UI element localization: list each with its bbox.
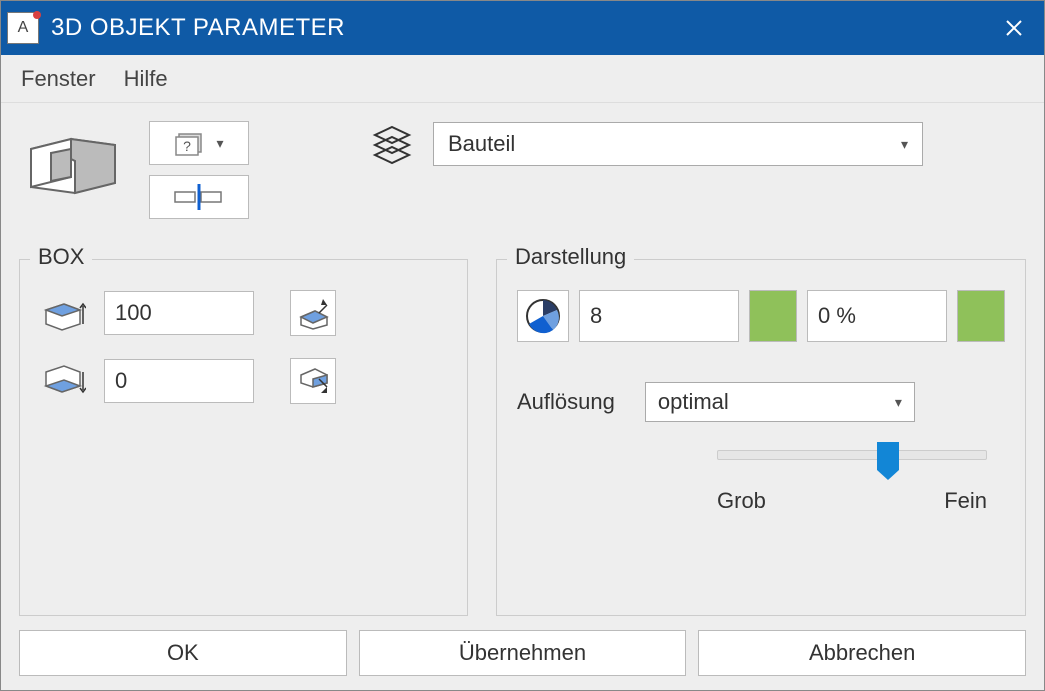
fill-color-swatch[interactable]	[957, 290, 1005, 342]
slider-labels: Grob Fein	[717, 488, 987, 514]
slider-track	[717, 450, 987, 460]
ok-button[interactable]: OK	[19, 630, 347, 676]
reference-top-icon	[295, 295, 331, 331]
chevron-down-icon: ▾	[901, 136, 908, 153]
slider-label-max: Fein	[944, 488, 987, 514]
pen-picker-button[interactable]	[517, 290, 569, 342]
top-row: ? ▾	[19, 121, 1026, 251]
linetype-icon: ?	[174, 127, 206, 159]
section-tool-icon	[171, 182, 227, 212]
pen-value[interactable]: 8	[579, 290, 739, 342]
reference-top-button[interactable]	[290, 290, 336, 336]
slider-thumb[interactable]	[877, 442, 899, 470]
panels-row: BOX	[19, 259, 1026, 616]
chevron-down-icon: ▾	[895, 394, 902, 411]
titlebar: A 3D OBJEKT PARAMETER	[1, 1, 1044, 55]
menu-fenster[interactable]: Fenster	[21, 66, 96, 92]
reference-bottom-icon	[295, 363, 331, 399]
layer-row: Bauteil ▾	[369, 121, 923, 167]
resolution-select[interactable]: optimal ▾	[645, 382, 915, 422]
content-area: ? ▾	[1, 103, 1044, 690]
box-height-row	[40, 290, 447, 336]
box-height-input[interactable]	[104, 291, 254, 335]
resolution-label: Auflösung	[517, 389, 615, 415]
resolution-select-value: optimal	[658, 389, 729, 415]
box-base-input[interactable]	[104, 359, 254, 403]
close-button[interactable]	[990, 1, 1038, 55]
pen-color-row: 8 0 %	[517, 290, 1005, 342]
reference-bottom-button[interactable]	[290, 358, 336, 404]
resolution-row: Auflösung optimal ▾	[517, 382, 1005, 422]
cancel-button[interactable]: Abbrechen	[698, 630, 1026, 676]
slider-label-min: Grob	[717, 488, 766, 514]
linetype-dropdown[interactable]: ? ▾	[149, 121, 249, 165]
layer-select[interactable]: Bauteil ▾	[433, 122, 923, 166]
menu-hilfe[interactable]: Hilfe	[124, 66, 168, 92]
window-title: 3D OBJEKT PARAMETER	[51, 14, 990, 42]
menubar: Fenster Hilfe	[1, 55, 1044, 103]
section-tool-button[interactable]	[149, 175, 249, 219]
chevron-down-icon: ▾	[216, 135, 223, 152]
resolution-slider[interactable]	[717, 450, 987, 460]
box-legend: BOX	[30, 244, 92, 270]
darstellung-panel: Darstellung 8 0 %	[496, 259, 1026, 616]
layer-icon	[369, 121, 415, 167]
apply-button[interactable]: Übernehmen	[359, 630, 687, 676]
layer-select-value: Bauteil	[448, 131, 515, 157]
box-base-row	[40, 358, 447, 404]
object-3d-icon	[19, 121, 129, 201]
close-icon	[1005, 19, 1023, 37]
opacity-value[interactable]: 0 %	[807, 290, 947, 342]
color-wheel-icon	[523, 296, 563, 336]
app-icon: A	[7, 12, 39, 44]
pen-color-swatch[interactable]	[749, 290, 797, 342]
svg-text:?: ?	[184, 138, 192, 154]
darstellung-legend: Darstellung	[507, 244, 634, 270]
footer-buttons: OK Übernehmen Abbrechen	[19, 630, 1026, 676]
box-base-icon	[40, 358, 86, 404]
dialog-window: A 3D OBJEKT PARAMETER Fenster Hilfe	[0, 0, 1045, 691]
app-icon-letter: A	[18, 19, 29, 37]
tool-column: ? ▾	[149, 121, 249, 219]
box-height-icon	[40, 290, 86, 336]
box-panel: BOX	[19, 259, 468, 616]
